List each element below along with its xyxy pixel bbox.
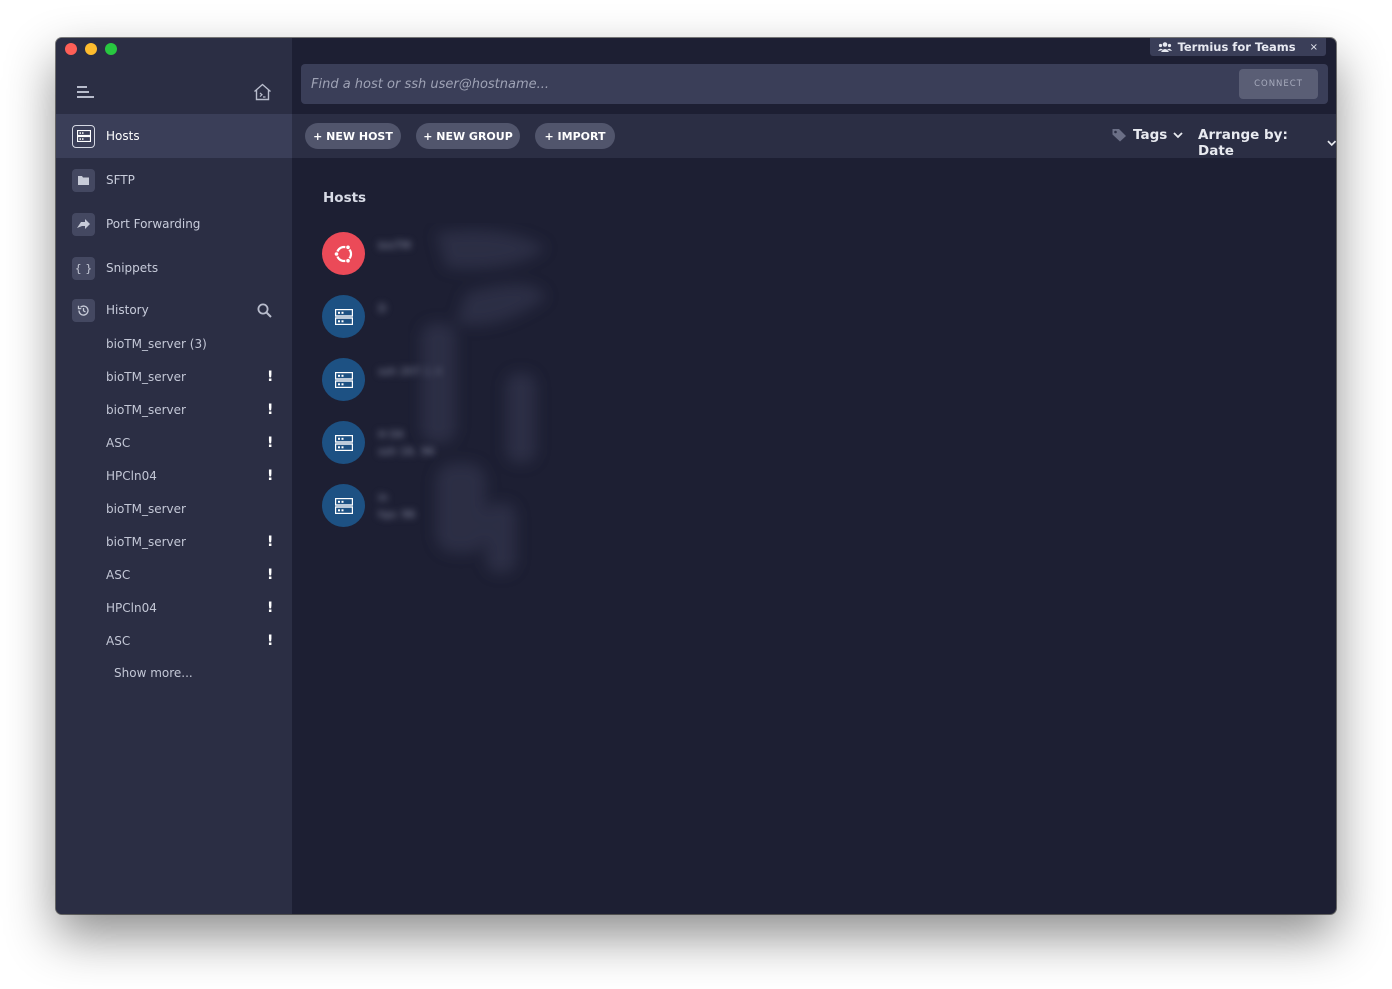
tags-dropdown[interactable]: Tags (1112, 127, 1183, 143)
port-forward-icon (72, 212, 95, 236)
warning-icon: ! (267, 567, 274, 583)
history-item[interactable]: bioTM_server! (106, 531, 276, 553)
sidebar-item-hosts[interactable]: Hosts (56, 114, 292, 158)
host-label: in hpc 96 (378, 489, 498, 523)
team-icon (1157, 42, 1172, 52)
close-window-button[interactable] (65, 43, 77, 55)
hosts-toolbar: + NEW HOST + NEW GROUP + IMPORT Tags Arr… (292, 114, 1336, 159)
host-name: D (378, 302, 387, 315)
host-label: ssh 207.1.4 (378, 363, 498, 380)
warning-icon: ! (267, 600, 274, 616)
tag-icon (1112, 129, 1126, 142)
host-search-bar: CONNECT (301, 64, 1328, 104)
host-name: H 04 (378, 428, 404, 441)
braces-icon: { } (72, 256, 95, 280)
chevron-down-icon (1326, 140, 1336, 146)
warning-icon: ! (267, 633, 274, 649)
ubuntu-icon (322, 232, 365, 275)
history-item-label: bioTM_server (3) (106, 337, 207, 351)
teams-banner-label: Termius for Teams (1177, 40, 1296, 54)
sidebar-item-snippets[interactable]: { } Snippets (56, 246, 292, 290)
history-item-label: bioTM_server (106, 535, 186, 549)
host-detail: ssh 207.1.4 (378, 365, 442, 378)
server-icon (322, 421, 365, 464)
history-item-label: bioTM_server (106, 370, 186, 384)
history-item[interactable]: HPCln04! (106, 597, 276, 619)
history-item-label: ASC (106, 436, 131, 450)
host-item[interactable]: ssh 207.1.4 (322, 358, 542, 404)
history-item[interactable]: ASC! (106, 630, 276, 652)
sidebar-item-label: Snippets (106, 261, 159, 275)
host-item[interactable]: H 04 ssh 16. 96 (322, 421, 542, 467)
history-item[interactable]: ASC! (106, 432, 276, 454)
menu-icon[interactable] (77, 86, 94, 98)
import-button[interactable]: + IMPORT (535, 123, 615, 149)
new-host-button[interactable]: + NEW HOST (305, 123, 401, 149)
host-label: H 04 ssh 16. 96 (378, 426, 498, 460)
history-item[interactable]: ASC! (106, 564, 276, 586)
host-search-input[interactable] (301, 64, 1239, 104)
sidebar-item-label: SFTP (106, 173, 135, 187)
main-panel: Termius for Teams × CONNECT + NEW HOST +… (292, 38, 1336, 914)
sidebar-item-sftp[interactable]: SFTP (56, 158, 292, 202)
warning-icon: ! (267, 402, 274, 418)
show-more-link[interactable]: Show more... (114, 666, 193, 680)
warning-icon: ! (267, 369, 274, 385)
folder-icon (72, 168, 95, 192)
history-item-label: ASC (106, 568, 131, 582)
host-item[interactable]: bioTM (322, 232, 542, 278)
host-item[interactable]: D (322, 295, 542, 341)
history-item[interactable]: bioTM_server! (106, 366, 276, 388)
server-icon (322, 295, 365, 338)
chevron-down-icon (1173, 131, 1183, 138)
hosts-section-title: Hosts (323, 190, 367, 206)
sidebar-item-label: Port Forwarding (106, 217, 201, 231)
tags-label: Tags (1133, 127, 1168, 143)
new-group-button[interactable]: + NEW GROUP (416, 123, 520, 149)
warning-icon: ! (267, 468, 274, 484)
history-icon (72, 298, 95, 322)
host-label: bioTM (378, 237, 498, 254)
connect-button[interactable]: CONNECT (1239, 69, 1318, 99)
history-item[interactable]: bioTM_server (106, 498, 276, 520)
arrange-dropdown[interactable]: Arrange by: Date (1198, 127, 1336, 159)
teams-banner[interactable]: Termius for Teams × (1149, 38, 1326, 56)
sidebar: Hosts SFTP Port Forwarding { } Snippets (56, 38, 292, 914)
warning-icon: ! (267, 534, 274, 550)
minimize-window-button[interactable] (85, 43, 97, 55)
close-icon[interactable]: × (1310, 42, 1318, 53)
sidebar-item-label: Hosts (106, 129, 140, 143)
home-terminal-icon[interactable] (253, 83, 272, 101)
history-item[interactable]: bioTM_server (3) (106, 333, 276, 355)
warning-icon: ! (267, 435, 274, 451)
search-icon[interactable] (257, 303, 272, 318)
history-item[interactable]: HPCln04! (106, 465, 276, 487)
arrange-label: Arrange by: Date (1198, 127, 1288, 159)
sidebar-item-label: History (106, 303, 149, 317)
maximize-window-button[interactable] (105, 43, 117, 55)
history-item[interactable]: bioTM_server! (106, 399, 276, 421)
hosts-icon (72, 124, 95, 148)
history-item-label: bioTM_server (106, 502, 186, 516)
history-item-label: HPCln04 (106, 469, 157, 483)
app-window: Hosts SFTP Port Forwarding { } Snippets (56, 38, 1336, 914)
sidebar-item-history[interactable]: History (56, 288, 292, 332)
history-item-label: bioTM_server (106, 403, 186, 417)
server-icon (322, 484, 365, 527)
history-item-label: HPCln04 (106, 601, 157, 615)
host-name: bioTM (378, 239, 411, 252)
host-detail: hpc 96 (378, 508, 416, 521)
host-detail: ssh 16. 96 (378, 445, 435, 458)
window-controls (65, 43, 117, 55)
sidebar-item-port-forwarding[interactable]: Port Forwarding (56, 202, 292, 246)
host-name: in (378, 491, 389, 504)
history-item-label: ASC (106, 634, 131, 648)
server-icon (322, 358, 365, 401)
host-label: D (378, 300, 498, 317)
host-item[interactable]: in hpc 96 (322, 484, 542, 530)
